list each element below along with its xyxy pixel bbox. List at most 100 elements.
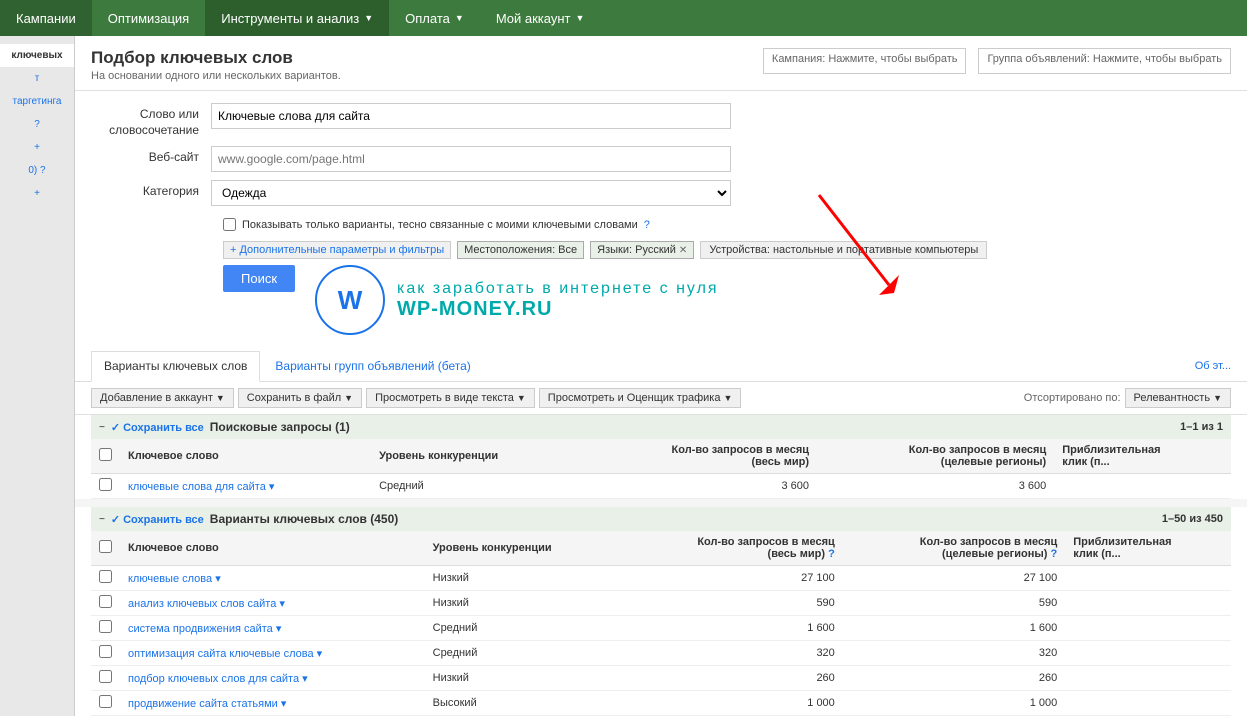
nav-payment[interactable]: Оплата ▼ bbox=[389, 0, 480, 36]
sidebar: ключевых т таргетинга ? + 0) ? + bbox=[0, 36, 75, 716]
checkbox-row: Показывать только варианты, тесно связан… bbox=[91, 214, 1231, 235]
sort-arrow: ▼ bbox=[1213, 393, 1222, 403]
search-button[interactable]: Поиск bbox=[223, 265, 295, 292]
view-text-btn[interactable]: Просмотреть в виде текста ▼ bbox=[366, 388, 535, 408]
keyword-cell[interactable]: ключевые слова ▾ bbox=[128, 573, 221, 585]
sidebar-add2[interactable]: + bbox=[0, 182, 74, 205]
related-checkbox[interactable] bbox=[223, 218, 236, 231]
table-row: оптимизация сайта ключевые слова ▾ Средн… bbox=[91, 641, 1231, 666]
collapse-search-queries[interactable]: − bbox=[99, 422, 105, 433]
campaign-selector[interactable]: Кампания: Нажмите, чтобы выбрать bbox=[763, 48, 967, 74]
cpc-cell bbox=[1065, 641, 1231, 666]
keyword-cell[interactable]: оптимизация сайта ключевые слова ▾ bbox=[128, 648, 322, 660]
keyword-form: Слово илисловосочетание Веб-сайт Категор… bbox=[75, 91, 1247, 351]
watermark-line1: как заработать в интернете с нуля bbox=[397, 280, 719, 298]
cpc-cell bbox=[1065, 616, 1231, 641]
search-queries-pagination: 1–1 из 1 bbox=[1180, 421, 1223, 433]
location-tag: Местоположения: Все bbox=[457, 241, 584, 259]
regions-cell: 590 bbox=[843, 591, 1065, 616]
sidebar-item-2[interactable]: т bbox=[0, 67, 74, 90]
row-checkbox[interactable] bbox=[99, 670, 112, 683]
word-label: Слово илисловосочетание bbox=[91, 103, 211, 138]
save-all-search[interactable]: ✓ Сохранить все bbox=[111, 421, 204, 434]
toolbar: Добавление в аккаунт ▼ Сохранить в файл … bbox=[75, 382, 1247, 415]
sidebar-stat[interactable]: 0) ? bbox=[0, 159, 74, 182]
regions-cell: 27 100 bbox=[843, 566, 1065, 591]
add-to-account-btn[interactable]: Добавление в аккаунт ▼ bbox=[91, 388, 234, 408]
language-tag-remove[interactable]: ✕ bbox=[679, 245, 687, 256]
tab-keyword-variants[interactable]: Варианты ключевых слов bbox=[91, 351, 260, 382]
save-btn-arrow: ▼ bbox=[344, 393, 353, 403]
language-tag: Языки: Русский ✕ bbox=[590, 241, 694, 259]
sidebar-help[interactable]: ? bbox=[0, 113, 74, 136]
regions-cell: 260 bbox=[843, 666, 1065, 691]
row-checkbox[interactable] bbox=[99, 595, 112, 608]
website-row: Веб-сайт bbox=[91, 146, 1231, 172]
nav-campaigns[interactable]: Кампании bbox=[0, 0, 92, 36]
regions-cell: 1 000 bbox=[843, 691, 1065, 716]
keyword-cell[interactable]: система продвижения сайта ▾ bbox=[128, 623, 281, 635]
tabs-row: Варианты ключевых слов Варианты групп об… bbox=[75, 351, 1247, 382]
nav-optimization[interactable]: Оптимизация bbox=[92, 0, 206, 36]
view-text-arrow: ▼ bbox=[517, 393, 526, 403]
view-traffic-arrow: ▼ bbox=[723, 393, 732, 403]
keyword-cell[interactable]: продвижение сайта статьями ▾ bbox=[128, 698, 286, 710]
view-traffic-btn[interactable]: Просмотреть и Оценщик трафика ▼ bbox=[539, 388, 742, 408]
checkbox-label: Показывать только варианты, тесно связан… bbox=[242, 219, 638, 231]
nav-payment-arrow: ▼ bbox=[455, 13, 464, 23]
competition-cell: Низкий bbox=[425, 591, 621, 616]
cpc-cell bbox=[1065, 666, 1231, 691]
row-checkbox[interactable] bbox=[99, 620, 112, 633]
world-cell: 3 600 bbox=[580, 474, 817, 499]
save-all-variants[interactable]: ✓ Сохранить все bbox=[111, 513, 204, 526]
table-row: ключевые слова для сайта ▾ Средний 3 600… bbox=[91, 474, 1231, 499]
row-checkbox[interactable] bbox=[99, 645, 112, 658]
word-row: Слово илисловосочетание bbox=[91, 103, 1231, 138]
select-all-search[interactable] bbox=[99, 448, 112, 461]
keyword-cell[interactable]: ключевые слова для сайта ▾ bbox=[128, 481, 274, 493]
tab-adgroup-variants[interactable]: Варианты групп объявлений (бета) bbox=[262, 351, 483, 381]
help-icon[interactable]: ? bbox=[644, 219, 650, 231]
keyword-variants-title: Варианты ключевых слов (450) bbox=[210, 512, 398, 526]
sort-value-btn[interactable]: Релевантность ▼ bbox=[1125, 388, 1231, 408]
keyword-cell[interactable]: подбор ключевых слов для сайта ▾ bbox=[128, 673, 308, 685]
search-queries-title: Поисковые запросы (1) bbox=[210, 420, 350, 434]
search-queries-header: − ✓ Сохранить все Поисковые запросы (1) … bbox=[91, 415, 1231, 439]
main-content: Подбор ключевых слов На основании одного… bbox=[75, 36, 1247, 716]
row-checkbox[interactable] bbox=[99, 570, 112, 583]
nav-tools-arrow: ▼ bbox=[364, 13, 373, 23]
col-world-sq: Кол-во запросов в месяц(весь мир) bbox=[580, 439, 817, 474]
adgroup-selector[interactable]: Группа объявлений: Нажмите, чтобы выбрат… bbox=[978, 48, 1231, 74]
category-select[interactable]: Одежда bbox=[211, 180, 731, 206]
collapse-variants[interactable]: − bbox=[99, 514, 105, 525]
col-competition-sq: Уровень конкуренции bbox=[371, 439, 580, 474]
website-input[interactable] bbox=[211, 146, 731, 172]
competition-cell: Средний bbox=[425, 641, 621, 666]
competition-cell: Средний bbox=[425, 616, 621, 641]
nav-account[interactable]: Мой аккаунт ▼ bbox=[480, 0, 601, 36]
nav-account-arrow: ▼ bbox=[576, 13, 585, 23]
page-subtitle: На основании одного или нескольких вариа… bbox=[91, 70, 341, 82]
col-regions-sq: Кол-во запросов в месяц(целевые регионы) bbox=[817, 439, 1054, 474]
expand-filters-btn[interactable]: + Дополнительные параметры и фильтры bbox=[223, 241, 451, 259]
category-row: Категория Одежда bbox=[91, 180, 1231, 206]
select-all-variants[interactable] bbox=[99, 540, 112, 553]
col-keyword-sq: Ключевое слово bbox=[120, 439, 371, 474]
word-input[interactable] bbox=[211, 103, 731, 129]
table-row: анализ ключевых слов сайта ▾ Низкий 590 … bbox=[91, 591, 1231, 616]
competition-cell: Средний bbox=[371, 474, 580, 499]
col-cpc-kv: Приблизительнаяклик (п... bbox=[1065, 531, 1231, 566]
keyword-cell[interactable]: анализ ключевых слов сайта ▾ bbox=[128, 598, 285, 610]
row-checkbox[interactable] bbox=[99, 695, 112, 708]
row-checkbox[interactable] bbox=[99, 478, 112, 491]
nav-tools[interactable]: Инструменты и анализ ▼ bbox=[205, 0, 389, 36]
sidebar-targeting[interactable]: таргетинга bbox=[0, 90, 74, 113]
watermark-line2: WP-MONEY.RU bbox=[397, 298, 719, 321]
sidebar-keywords[interactable]: ключевых bbox=[0, 44, 74, 67]
competition-cell: Высокий bbox=[425, 691, 621, 716]
save-to-file-btn[interactable]: Сохранить в файл ▼ bbox=[238, 388, 362, 408]
keyword-variants-pagination: 1–50 из 450 bbox=[1162, 513, 1223, 525]
sidebar-add[interactable]: + bbox=[0, 136, 74, 159]
about-link[interactable]: Об эт... bbox=[1195, 360, 1231, 372]
page-title: Подбор ключевых слов bbox=[91, 48, 341, 68]
